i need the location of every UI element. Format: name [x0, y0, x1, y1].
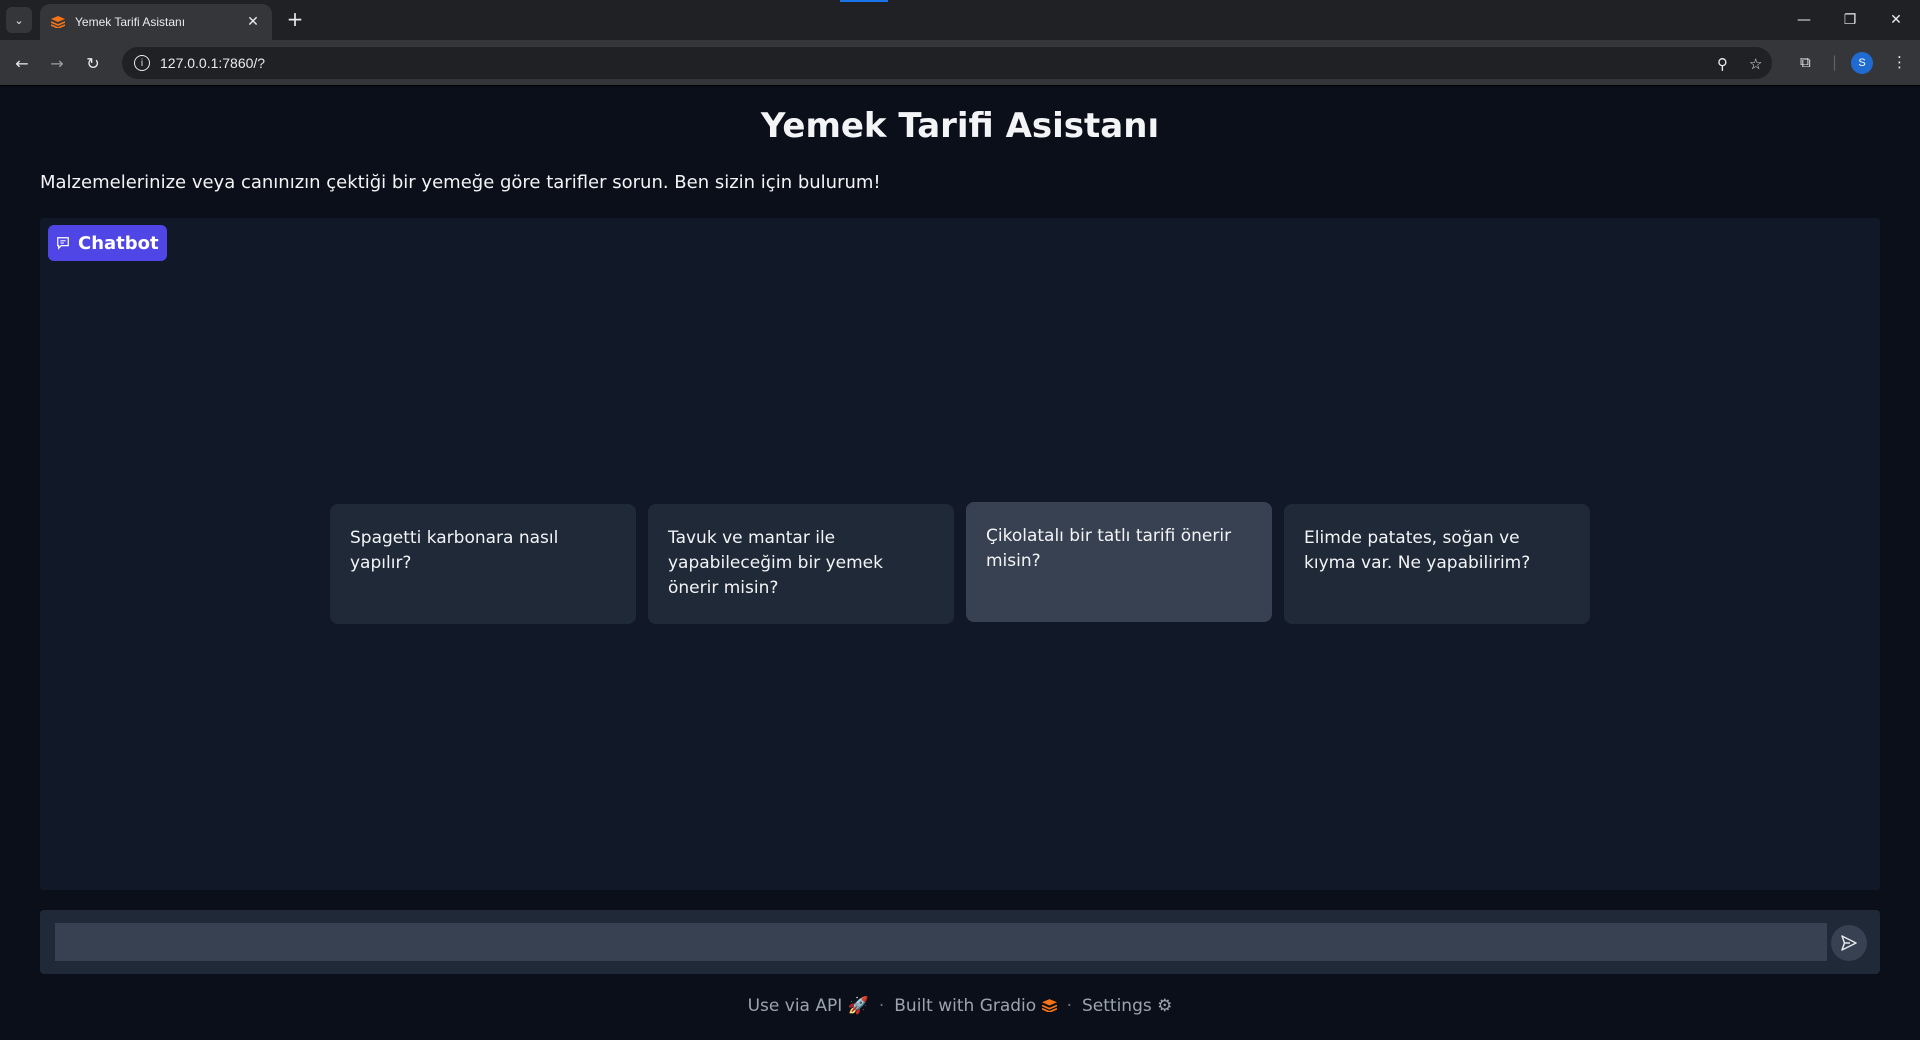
tab-search-button[interactable]: ⌄	[6, 7, 32, 33]
extensions-icon[interactable]: ⧉	[1800, 53, 1811, 71]
chatbot-label-text: Chatbot	[78, 232, 159, 254]
message-input[interactable]	[55, 923, 1827, 961]
bookmark-star-icon[interactable]: ☆	[1749, 55, 1762, 73]
browser-tab-bar: ⌄ Yemek Tarifi Asistanı ✕ + — ❐ ✕	[0, 0, 1920, 40]
built-with-gradio-link[interactable]: Built with Gradio	[894, 996, 1057, 1016]
page-title: Yemek Tarifi Asistanı	[760, 106, 1160, 146]
gear-icon: ⚙	[1157, 996, 1173, 1016]
send-icon	[1841, 935, 1857, 951]
rocket-icon: 🚀	[847, 996, 869, 1016]
close-window-icon[interactable]: ✕	[1873, 0, 1919, 40]
message-input-bar	[40, 910, 1880, 974]
forward-arrow-icon[interactable]: →	[43, 49, 71, 77]
browser-menu-icon[interactable]: ⋮	[1892, 53, 1907, 71]
zoom-icon[interactable]: ⚲	[1717, 55, 1728, 73]
page-description: Malzemelerinize veya canınızın çektiği b…	[40, 172, 881, 193]
example-prompt-button[interactable]: Çikolatalı bir tatlı tarifi önerir misin…	[966, 502, 1272, 622]
restore-icon[interactable]: ❐	[1827, 0, 1873, 40]
example-prompt-button[interactable]: Spagetti karbonara nasıl yapılır?	[330, 504, 636, 624]
footer: Use via API 🚀 · Built with Gradio · Sett…	[0, 996, 1920, 1016]
site-info-icon[interactable]: i	[134, 55, 150, 71]
profile-avatar[interactable]: S	[1851, 52, 1873, 74]
chat-bubble-icon	[57, 237, 69, 250]
browser-tab[interactable]: Yemek Tarifi Asistanı ✕	[40, 4, 272, 40]
back-arrow-icon[interactable]: ←	[8, 49, 36, 77]
tab-title: Yemek Tarifi Asistanı	[75, 15, 186, 29]
tab-strip-accent	[840, 0, 888, 2]
example-prompt-button[interactable]: Tavuk ve mantar ile yapabileceğim bir ye…	[648, 504, 954, 624]
gradio-logo-icon	[1041, 999, 1057, 1013]
example-prompt-button[interactable]: Elimde patates, soğan ve kıyma var. Ne y…	[1284, 504, 1590, 624]
footer-separator: ·	[878, 996, 885, 1016]
address-bar[interactable]: i 127.0.0.1:7860/? ⚲ ☆	[122, 47, 1772, 79]
use-via-api-link[interactable]: Use via API 🚀	[748, 996, 869, 1016]
url-text: 127.0.0.1:7860/?	[160, 55, 266, 71]
chatbot-panel: Chatbot Spagetti karbonara nasıl yapılır…	[40, 218, 1880, 890]
settings-link[interactable]: Settings ⚙	[1082, 996, 1172, 1016]
toolbar-divider: |	[1832, 53, 1838, 71]
minimize-icon[interactable]: —	[1781, 0, 1827, 40]
chatbot-label: Chatbot	[48, 225, 167, 261]
footer-separator: ·	[1066, 996, 1072, 1016]
new-tab-button[interactable]: +	[283, 8, 307, 32]
browser-toolbar: ← → ↻ i 127.0.0.1:7860/? ⚲ ☆ ⧉ | S ⋮	[0, 40, 1920, 86]
gradio-favicon-icon	[50, 14, 66, 30]
example-prompts: Spagetti karbonara nasıl yapılır? Tavuk …	[330, 502, 1590, 624]
send-button[interactable]	[1831, 925, 1867, 961]
close-tab-icon[interactable]: ✕	[244, 14, 262, 30]
reload-icon[interactable]: ↻	[79, 49, 107, 77]
